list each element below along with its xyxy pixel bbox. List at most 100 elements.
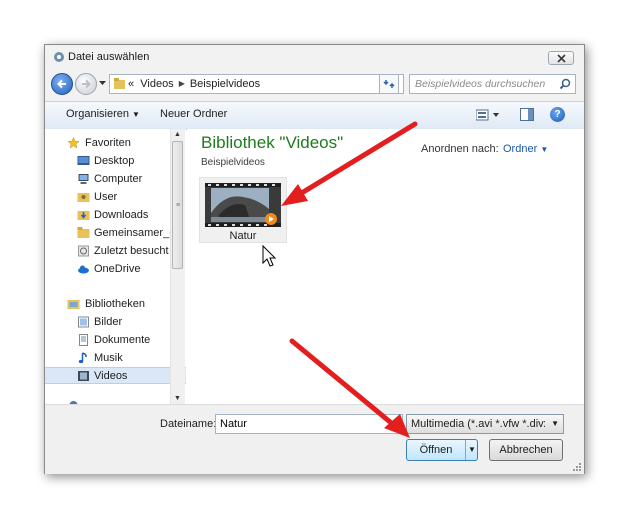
sidebar-item-label: Favoriten bbox=[85, 137, 131, 149]
cloud-icon bbox=[78, 265, 89, 274]
address-row: « Videos ▶ Beispielvideos Beispielvideos d… bbox=[45, 69, 584, 101]
breadcrumb: « Videos ▶ Beispielvideos bbox=[128, 78, 260, 90]
user-folder-icon bbox=[77, 193, 90, 202]
new-folder-button[interactable]: Neuer Ordner bbox=[160, 108, 227, 120]
sidebar-item-dokumente[interactable]: Dokumente bbox=[45, 332, 186, 349]
arrange-by-label: Anordnen nach: bbox=[421, 143, 499, 155]
window-title: Datei auswählen bbox=[68, 51, 150, 63]
open-button-label: Öffnen bbox=[419, 444, 453, 456]
filename-input[interactable] bbox=[215, 414, 403, 434]
preview-pane-icon[interactable] bbox=[520, 108, 534, 121]
forward-button[interactable] bbox=[75, 73, 97, 95]
sidebar-item-label: User bbox=[94, 191, 118, 203]
filename-label: Dateiname: bbox=[160, 418, 217, 430]
sidebar-item-label: Gemeinsamer_Or bbox=[94, 227, 182, 239]
navigation-pane: Favoriten Desktop Computer User Download… bbox=[45, 129, 186, 404]
sidebar-item-desktop[interactable]: Desktop bbox=[45, 153, 186, 170]
folder-icon bbox=[114, 78, 125, 89]
arrange-by-dropdown[interactable]: Ordner ▼ bbox=[503, 143, 548, 155]
bottom-panel: Dateiname: Multimedia (*.avi *.vfw *.div… bbox=[45, 404, 584, 474]
sidebar-item-label: Dokumente bbox=[94, 334, 151, 346]
sidebar-item-computer[interactable]: Computer bbox=[45, 171, 186, 188]
sidebar-item-zuletzt[interactable]: Zuletzt besucht bbox=[45, 243, 186, 260]
video-thumbnail-icon bbox=[205, 183, 281, 227]
downloads-icon bbox=[77, 211, 90, 220]
grip-icon: ≡ bbox=[176, 202, 181, 209]
videos-icon bbox=[78, 371, 89, 381]
split-divider bbox=[465, 440, 466, 460]
sidebar-item-label: Bilder bbox=[94, 316, 123, 328]
file-type-value: Multimedia (*.avi *.vfw *.divx *. bbox=[411, 418, 545, 430]
recent-icon bbox=[78, 245, 89, 257]
sidebar-item-downloads[interactable]: Downloads bbox=[45, 207, 186, 224]
library-subtitle: Beispielvideos bbox=[201, 157, 265, 168]
arrange-by-value: Ordner bbox=[503, 143, 538, 155]
change-view-icon[interactable] bbox=[476, 109, 500, 121]
back-button[interactable] bbox=[51, 73, 73, 95]
navigation-scrollbar[interactable]: ▲ ≡ ▼ bbox=[170, 129, 185, 404]
documents-icon bbox=[79, 334, 88, 346]
sidebar-item-label: Computer bbox=[94, 173, 143, 185]
library-title: Bibliothek "Videos" bbox=[201, 133, 344, 152]
file-open-dialog: Datei auswählen « Videos ▶ Beispielvideos bbox=[44, 44, 585, 474]
organise-label: Organisieren bbox=[66, 108, 129, 120]
close-button[interactable] bbox=[548, 51, 574, 65]
close-icon bbox=[556, 53, 566, 63]
caret-down-icon: ▼ bbox=[131, 110, 140, 119]
search-box[interactable]: Beispielvideos durchsuchen bbox=[409, 74, 576, 94]
caret-down-icon: ▼ bbox=[540, 145, 549, 154]
chevron-right-icon[interactable]: ▶ bbox=[179, 79, 185, 88]
scroll-up-icon[interactable]: ▲ bbox=[174, 131, 181, 138]
sidebar-item-partial bbox=[45, 397, 186, 404]
file-name: Natur bbox=[229, 230, 257, 242]
address-bar[interactable]: « Videos ▶ Beispielvideos bbox=[109, 74, 404, 94]
folder-icon bbox=[77, 227, 90, 238]
help-icon[interactable]: ? bbox=[550, 107, 565, 122]
forward-arrow-icon bbox=[82, 79, 91, 89]
command-bar: Organisieren ▼ Neuer Ordner ? bbox=[45, 101, 584, 130]
file-type-select[interactable]: Multimedia (*.avi *.vfw *.divx *. ▼ bbox=[406, 414, 564, 434]
sidebar-item-bibliotheken[interactable]: Bibliotheken bbox=[45, 296, 186, 313]
sidebar-item-label: Zuletzt besucht bbox=[94, 245, 169, 257]
sidebar-item-musik[interactable]: Musik bbox=[45, 350, 186, 367]
sidebar-item-label: OneDrive bbox=[94, 263, 141, 275]
sidebar-item-label: Desktop bbox=[94, 155, 135, 167]
sidebar-item-label: Downloads bbox=[94, 209, 149, 221]
sidebar-item-onedrive[interactable]: OneDrive bbox=[45, 261, 186, 278]
libraries-icon bbox=[67, 300, 80, 309]
sidebar-item-favoriten[interactable]: Favoriten bbox=[45, 135, 186, 152]
sidebar-item-videos[interactable]: Videos bbox=[45, 367, 186, 384]
app-icon bbox=[54, 52, 64, 62]
breadcrumb-beispielvideos[interactable]: Beispielvideos bbox=[190, 78, 260, 90]
file-item[interactable]: Natur bbox=[199, 177, 287, 243]
sidebar-item-label: Musik bbox=[94, 352, 123, 364]
sidebar-item-label: Bibliotheken bbox=[85, 298, 145, 310]
resize-grip-icon[interactable] bbox=[572, 462, 582, 472]
open-options-dropdown[interactable]: ▼ bbox=[468, 445, 476, 454]
title-bar: Datei auswählen bbox=[45, 45, 584, 69]
pictures-icon bbox=[78, 316, 89, 328]
cancel-button[interactable]: Abbrechen bbox=[489, 439, 563, 461]
search-icon[interactable] bbox=[559, 78, 571, 90]
sidebar-item-user[interactable]: User bbox=[45, 189, 186, 206]
scrollbar-thumb[interactable]: ≡ bbox=[172, 141, 183, 269]
history-dropdown-icon[interactable] bbox=[99, 81, 106, 86]
breadcrumb-videos[interactable]: Videos bbox=[140, 78, 173, 90]
scroll-down-icon[interactable]: ▼ bbox=[174, 395, 181, 402]
sidebar-item-bilder[interactable]: Bilder bbox=[45, 314, 186, 331]
computer-icon bbox=[78, 174, 89, 184]
file-list-pane: Bibliothek "Videos" Beispielvideos Anord… bbox=[187, 129, 584, 404]
back-arrow-icon bbox=[57, 79, 66, 89]
desktop-icon bbox=[77, 156, 90, 165]
sidebar-item-label: Videos bbox=[94, 370, 128, 382]
open-button[interactable]: Öffnen ▼ bbox=[406, 439, 478, 461]
refresh-icon bbox=[383, 80, 395, 88]
refresh-button[interactable] bbox=[379, 74, 399, 94]
organise-menu[interactable]: Organisieren ▼ bbox=[66, 108, 140, 120]
chevron-down-icon: ▼ bbox=[551, 419, 559, 428]
search-input[interactable]: Beispielvideos durchsuchen bbox=[415, 78, 545, 90]
sidebar-item-gemeinsamer[interactable]: Gemeinsamer_Or bbox=[45, 225, 186, 242]
star-icon bbox=[67, 137, 80, 149]
music-icon bbox=[78, 352, 87, 364]
breadcrumb-overflow[interactable]: « bbox=[128, 78, 134, 90]
